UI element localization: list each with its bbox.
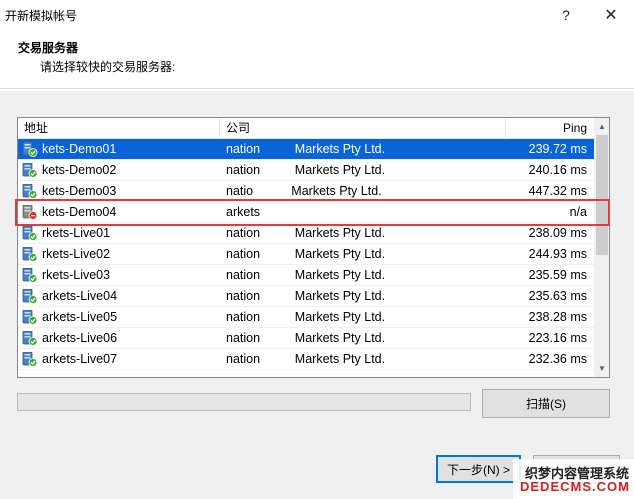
scroll-down-icon[interactable]: ▼ — [594, 360, 609, 377]
server-company: nation Markets Pty Ltd. — [226, 309, 386, 324]
server-ping: n/a — [569, 204, 587, 219]
server-online-icon — [22, 141, 38, 157]
close-icon: ✕ — [604, 7, 618, 24]
server-address-text: kets-Demo01 — [42, 141, 117, 156]
server-row[interactable]: rkets-Live01 nation Markets Pty Ltd. 238.0… — [18, 223, 594, 244]
server-company: nation Markets Pty Ltd. — [226, 330, 386, 345]
column-header-ping[interactable]: Ping — [506, 118, 594, 139]
help-button[interactable]: ? — [543, 0, 589, 30]
page-subtitle: 请选择较快的交易服务器: — [40, 60, 176, 74]
server-row[interactable]: arkets-Live04 nation Markets Pty Ltd. 235.… — [18, 286, 594, 307]
header-divider — [0, 88, 634, 90]
server-offline-icon — [22, 204, 38, 220]
server-online-icon — [22, 225, 38, 241]
watermark: 织梦内容管理系统 DEDECMS.COM — [513, 459, 634, 499]
server-address-text: kets-Demo03 — [42, 183, 117, 198]
server-row[interactable]: rkets-Live02 nation Markets Pty Ltd. 244.9… — [18, 244, 594, 265]
server-address: arkets-Live05 — [18, 307, 220, 328]
server-ping: 238.09 ms — [528, 225, 587, 240]
server-ping: 235.59 ms — [528, 267, 587, 282]
scrollbar-thumb[interactable] — [596, 135, 608, 255]
server-row[interactable]: arkets-Live06 nation Markets Pty Ltd. 223.… — [18, 328, 594, 349]
scroll-up-icon[interactable]: ▲ — [594, 118, 609, 135]
close-button[interactable]: ✕ — [588, 0, 634, 30]
server-online-icon — [22, 183, 38, 199]
server-row[interactable]: rkets-Live03 nation Markets Pty Ltd. 235.5… — [18, 265, 594, 286]
scan-button[interactable]: 扫描(S) — [482, 389, 610, 418]
server-ping: 232.36 ms — [528, 351, 587, 366]
server-row[interactable]: kets-Demo03 natio Markets Pty Ltd. 447.32 … — [18, 181, 594, 202]
watermark-url: DEDECMS.COM — [520, 479, 630, 494]
server-online-icon — [22, 267, 38, 283]
column-header-company[interactable]: 公司 — [220, 118, 506, 139]
server-address-text: arkets-Live07 — [42, 351, 118, 366]
list-header: 地址 公司 Ping — [18, 118, 594, 139]
server-address-text: arkets-Live06 — [42, 330, 118, 345]
server-company: nation Markets Pty Ltd. — [226, 267, 386, 282]
server-list[interactable]: 地址 公司 Ping kets-Demo01 nation Markets Pty… — [17, 117, 610, 378]
server-online-icon — [22, 162, 38, 178]
server-ping: 240.16 ms — [528, 162, 587, 177]
server-address-text: rkets-Live03 — [42, 267, 111, 282]
server-address: rkets-Live02 — [18, 244, 220, 265]
server-ping: 238.28 ms — [528, 309, 587, 324]
server-company: nation Markets Pty Ltd. — [226, 141, 386, 156]
server-ping: 447.32 ms — [528, 183, 587, 198]
server-online-icon — [22, 246, 38, 262]
wizard-header: 交易服务器 请选择较快的交易服务器: — [0, 30, 634, 88]
server-row-partial[interactable] — [18, 370, 594, 377]
server-address-text: kets-Demo04 — [42, 204, 117, 219]
server-row[interactable]: kets-Demo04 arkets n/a — [18, 202, 594, 223]
server-online-icon — [22, 330, 38, 346]
server-company: nation Markets Pty Ltd. — [226, 225, 386, 240]
server-address-text: kets-Demo02 — [42, 162, 117, 177]
server-address: kets-Demo04 — [18, 202, 220, 223]
server-rows: kets-Demo01 nation Markets Pty Ltd. 239.72… — [18, 139, 594, 377]
server-address: arkets-Live07 — [18, 349, 220, 370]
page-title: 交易服务器 — [18, 41, 79, 55]
server-address: rkets-Live03 — [18, 265, 220, 286]
server-address-text: rkets-Live02 — [42, 246, 111, 261]
vertical-scrollbar[interactable]: ▲ ▼ — [594, 118, 609, 377]
server-online-icon — [22, 351, 38, 367]
server-address: kets-Demo01 — [18, 139, 220, 160]
server-address-text: rkets-Live01 — [42, 225, 111, 240]
server-address: rkets-Live01 — [18, 223, 220, 244]
server-ping: 239.72 ms — [528, 141, 587, 156]
server-ping: 223.16 ms — [528, 330, 587, 345]
scan-progress-bar — [17, 393, 471, 411]
server-address-text: arkets-Live05 — [42, 309, 118, 324]
server-company: nation Markets Pty Ltd. — [226, 246, 386, 261]
server-ping: 235.63 ms — [528, 288, 587, 303]
server-company: nation Markets Pty Ltd. — [226, 351, 386, 366]
server-company: arkets — [226, 204, 261, 219]
window-title: 开新模拟帐号 — [5, 9, 78, 23]
server-company: nation Markets Pty Ltd. — [226, 162, 386, 177]
server-row[interactable]: kets-Demo02 nation Markets Pty Ltd. 240.16… — [18, 160, 594, 181]
server-row[interactable]: kets-Demo01 nation Markets Pty Ltd. 239.72… — [18, 139, 594, 160]
server-address: kets-Demo03 — [18, 181, 220, 202]
column-header-address[interactable]: 地址 — [18, 118, 220, 139]
help-icon: ? — [562, 7, 570, 23]
server-address: arkets-Live06 — [18, 328, 220, 349]
title-bar: 开新模拟帐号 ? ✕ — [0, 0, 634, 30]
server-address-text: arkets-Live04 — [42, 288, 118, 303]
server-online-icon — [22, 309, 38, 325]
server-row[interactable]: arkets-Live05 nation Markets Pty Ltd. 238.… — [18, 307, 594, 328]
server-address: kets-Demo02 — [18, 160, 220, 181]
server-company: nation Markets Pty Ltd. — [226, 288, 386, 303]
server-company: natio Markets Pty Ltd. — [226, 183, 382, 198]
server-ping: 244.93 ms — [528, 246, 587, 261]
server-row[interactable]: arkets-Live07 nation Markets Pty Ltd. 232.… — [18, 349, 594, 370]
next-button[interactable]: 下一步(N) > — [436, 455, 521, 483]
server-online-icon — [22, 288, 38, 304]
server-address: arkets-Live04 — [18, 286, 220, 307]
